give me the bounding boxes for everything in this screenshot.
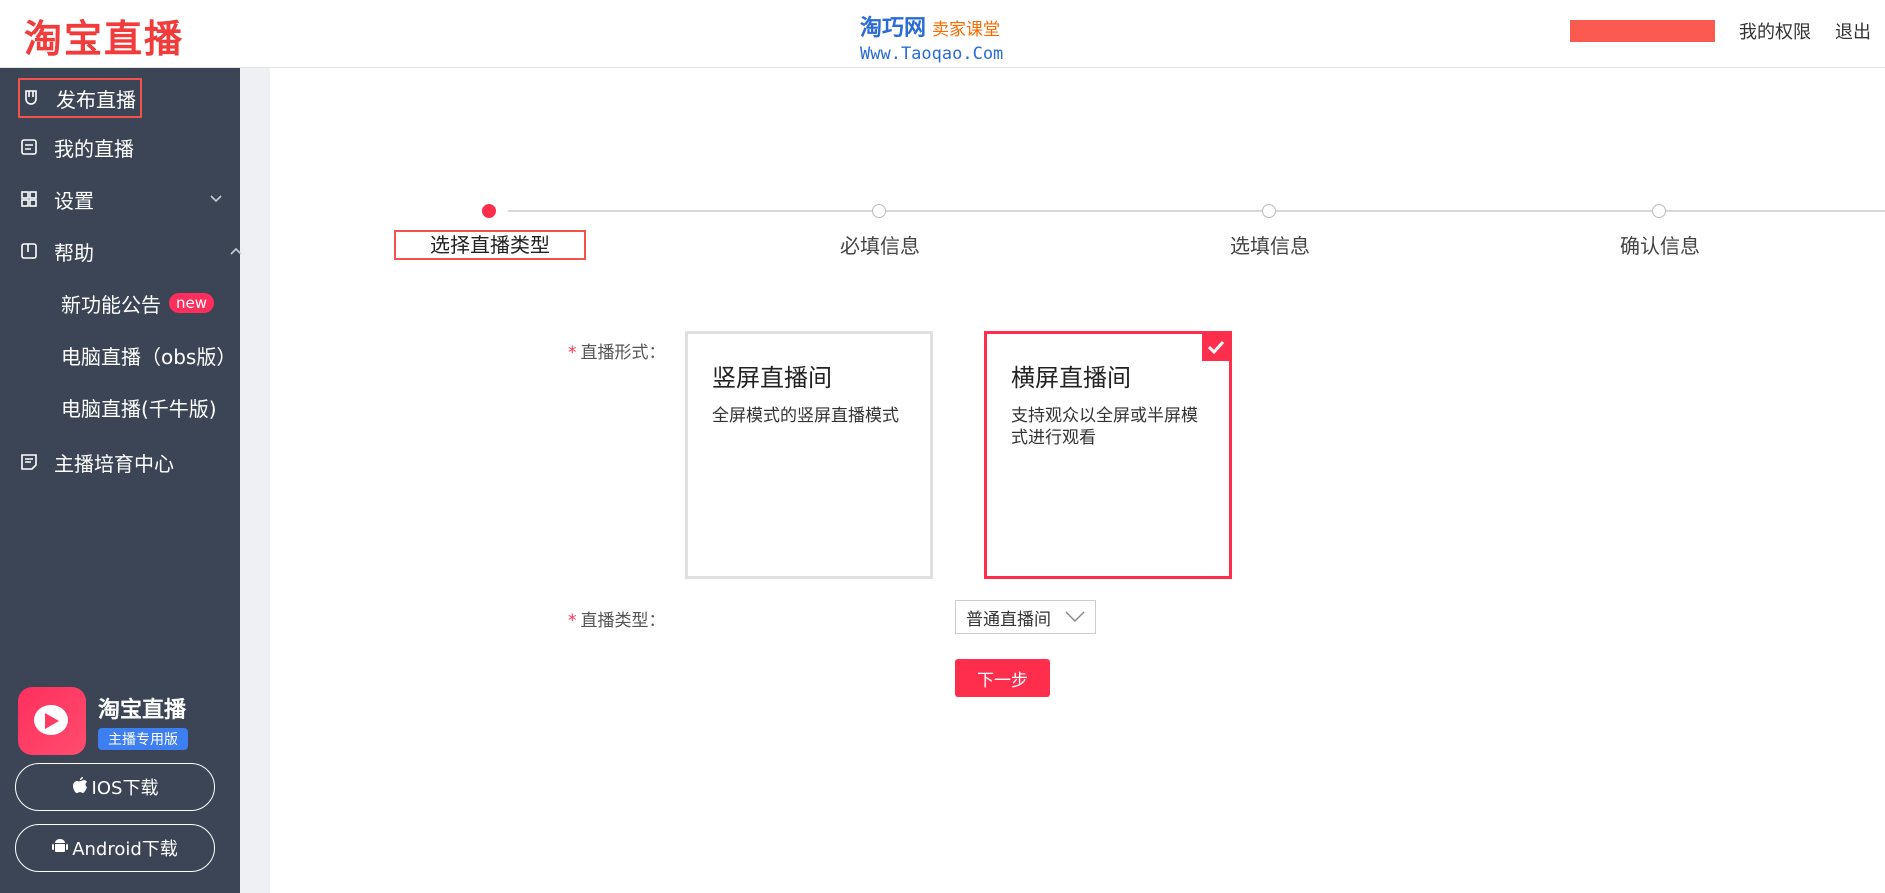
ios-download-button[interactable]: IOS下载 <box>15 763 215 811</box>
user-name-redacted <box>1570 20 1715 42</box>
sidebar-item-my-live[interactable]: 我的直播 <box>18 127 134 167</box>
chevron-up-icon[interactable] <box>230 243 242 259</box>
my-permissions-link[interactable]: 我的权限 <box>1739 18 1811 44</box>
stepper-line <box>897 210 1885 212</box>
live-format-label: * 直播形式： <box>568 343 666 363</box>
download-label: IOS下载 <box>91 778 159 799</box>
next-step-button[interactable]: 下一步 <box>955 659 1050 697</box>
sidebar-subitem-label: 电脑直播(千牛版) <box>61 396 217 421</box>
app-title: 淘宝直播 <box>98 698 187 723</box>
step-select-type: 选择直播类型 <box>394 230 586 260</box>
watermark-title: 淘巧网 <box>860 16 927 41</box>
watermark-subtitle: 卖家课堂 <box>932 20 1001 40</box>
live-type-select[interactable]: 普通直播间 <box>955 600 1096 634</box>
note-icon <box>18 451 40 473</box>
step-dot <box>1262 204 1276 218</box>
option-desc: 支持观众以全屏或半屏模式进行观看 <box>1011 406 1198 448</box>
step-optional-info: 选填信息 <box>1230 234 1310 258</box>
android-download-button[interactable]: Android下载 <box>15 824 215 872</box>
step-required-info: 必填信息 <box>840 234 920 258</box>
sidebar-item-label: 设置 <box>54 188 94 213</box>
sidebar-subitem-pc-live-obs[interactable]: 电脑直播（obs版） <box>61 338 236 372</box>
sidebar-item-help[interactable]: 帮助 <box>18 231 242 271</box>
step-dot <box>1652 204 1666 218</box>
header-right: 我的权限 退出 <box>1570 18 1871 44</box>
sidebar-subitem-new-features[interactable]: 新功能公告 new <box>61 286 215 320</box>
list-icon <box>18 136 40 158</box>
sidebar-subitem-label: 电脑直播（obs版） <box>61 344 237 369</box>
app-promo[interactable]: 淘宝直播 主播专用版 <box>18 686 228 756</box>
download-label: Android下载 <box>72 839 178 860</box>
publish-icon <box>20 87 42 109</box>
option-desc: 全屏模式的竖屏直播模式 <box>712 406 899 426</box>
sidebar-item-label: 帮助 <box>54 240 94 265</box>
landscape-live-option[interactable]: 横屏直播间 支持观众以全屏或半屏模式进行观看 <box>984 331 1232 579</box>
logout-link[interactable]: 退出 <box>1835 18 1871 44</box>
sidebar-subitem-pc-live-qianniu[interactable]: 电脑直播(千牛版) <box>61 390 217 424</box>
main-content: 选择直播类型 必填信息 选填信息 确认信息 * 直播形式： 竖屏直播间 全屏模式的… <box>270 68 1885 893</box>
step-confirm-info: 确认信息 <box>1620 234 1700 258</box>
top-header: 淘宝直播 淘巧网 卖家课堂 Www.Taoqao.Com 我的权限 退出 <box>0 0 1885 68</box>
watermark: 淘巧网 卖家课堂 Www.Taoqao.Com <box>860 10 1003 64</box>
sidebar-item-label: 主播培育中心 <box>54 451 174 476</box>
sidebar-item-label: 发布直播 <box>56 87 136 112</box>
app-tag: 主播专用版 <box>98 728 188 750</box>
checkmark-icon <box>1202 333 1230 361</box>
taobao-live-app-icon <box>18 687 86 755</box>
select-value: 普通直播间 <box>966 609 1051 630</box>
option-title: 横屏直播间 <box>1011 364 1131 392</box>
sidebar-subitem-label: 新功能公告 <box>61 292 161 317</box>
sidebar-item-publish-live[interactable]: 发布直播 <box>18 78 142 118</box>
sidebar-item-label: 我的直播 <box>54 136 134 161</box>
android-icon <box>52 837 69 860</box>
sidebar: 发布直播 我的直播 设置 帮助 新功能公告 new 电脑直播（obs版） 电脑直… <box>0 68 242 893</box>
option-title: 竖屏直播间 <box>712 364 832 392</box>
taobao-live-logo[interactable]: 淘宝直播 <box>24 8 184 63</box>
live-type-label: * 直播类型： <box>568 611 666 631</box>
chevron-down-icon[interactable] <box>210 191 222 207</box>
sidebar-item-anchor-training[interactable]: 主播培育中心 <box>18 442 174 482</box>
chevron-down-icon <box>1065 609 1085 629</box>
portrait-live-option[interactable]: 竖屏直播间 全屏模式的竖屏直播模式 <box>685 331 933 579</box>
watermark-url: Www.Taoqao.Com <box>860 44 1004 64</box>
sidebar-item-settings[interactable]: 设置 <box>18 179 222 219</box>
apple-icon <box>72 776 88 799</box>
grid-icon <box>18 188 40 210</box>
step-dot <box>872 204 886 218</box>
book-icon <box>18 240 40 262</box>
step-dot-active <box>482 204 496 218</box>
new-badge: new <box>169 293 215 313</box>
